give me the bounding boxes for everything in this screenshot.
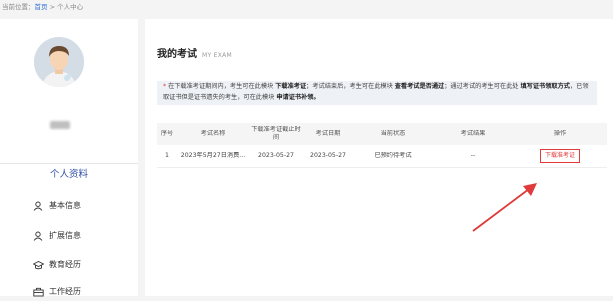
table-header: 序号 考试名称 下载准考证截止时间 考试日期 当前状态 考试结果 操作 (157, 123, 607, 145)
breadcrumb-separator: > (47, 3, 58, 11)
notice-bold-4: 申请证书补领。 (276, 93, 320, 101)
sidebar-item-label: 扩展信息 (49, 231, 81, 240)
header-index: 序号 (160, 130, 174, 137)
avatar[interactable] (34, 37, 84, 87)
download-admission-ticket-button[interactable]: 下载准考证 (539, 149, 580, 163)
exam-table: 序号 考试名称 下载准考证截止时间 考试日期 当前状态 考试结果 操作 1 20… (157, 123, 607, 168)
notice-text-2: ；考试结束后，考生可在此模块 (306, 83, 395, 90)
person-icon (32, 200, 44, 212)
header-action: 操作 (553, 130, 567, 137)
page-title: 我的考试 MY EXAM (157, 45, 232, 60)
main-panel: 我的考试 MY EXAM * 在下载准考证期间内，考生可在此模块 下载准考证；考试… (145, 19, 613, 296)
sidebar-item-education[interactable]: 教育经历 (32, 256, 132, 274)
username-blurred (50, 121, 70, 129)
sidebar-item-label: 工作经历 (49, 287, 81, 296)
cell-exam-date: 2023-05-27 (310, 152, 346, 159)
cell-status: 已预约待考试 (374, 152, 412, 159)
header-exam-name: 考试名称 (200, 130, 226, 137)
cell-deadline: 2023-05-27 (258, 152, 294, 159)
notice-bold-3: 填写证书领取方式 (520, 83, 570, 90)
sidebar-item-label: 教育经历 (49, 260, 81, 269)
cell-exam-name: 2023年5月27日消费... (180, 152, 246, 159)
sidebar-item-work-experience[interactable]: 工作经历 (32, 283, 132, 301)
cell-action: 下载准考证 (513, 149, 607, 163)
sidebar-item-basic-info[interactable]: 基本信息 (32, 197, 132, 215)
notice-text-3: ；通过考试的考生可在此处 (444, 83, 521, 90)
breadcrumb-home-link[interactable]: 首页 (35, 3, 48, 11)
sidebar-item-extended-info[interactable]: 扩展信息 (32, 227, 132, 245)
table-row: 1 2023年5月27日消费... 2023-05-27 2023-05-27 … (157, 145, 607, 168)
notice-box: * 在下载准考证期间内，考生可在此模块 下载准考证；考试结束后，考生可在此模块 … (157, 81, 597, 105)
header-deadline: 下载准考证截止时间 (251, 126, 301, 141)
page-title-text: 我的考试 (157, 49, 197, 60)
notice-star: * (163, 83, 167, 90)
breadcrumb: 当前位置：首页 > 个人中心 (0, 0, 613, 14)
header-result: 考试结果 (460, 130, 486, 137)
person-icon (32, 230, 44, 242)
cell-index: 1 (165, 152, 169, 159)
breadcrumb-current: 个人中心 (57, 3, 84, 11)
sidebar-item-label: 基本信息 (49, 201, 81, 210)
header-status: 当前状态 (380, 130, 406, 137)
header-exam-date: 考试日期 (315, 130, 341, 137)
cell-result: -- (470, 152, 476, 159)
graduation-cap-icon (32, 259, 44, 271)
page-title-sub: MY EXAM (202, 52, 233, 59)
sidebar-section-title[interactable]: 个人资料 (0, 163, 138, 186)
sidebar: 个人资料 基本信息 扩展信息 教育经历 工作经历 (0, 19, 138, 297)
notice-bold-2: 查看考试是否通过 (394, 83, 445, 90)
briefcase-icon (32, 286, 44, 298)
user-avatar-icon (34, 37, 84, 87)
notice-text-1: 在下载准考证期间内，考生可在此模块 (168, 83, 276, 90)
breadcrumb-prefix: 当前位置： (2, 3, 35, 11)
notice-bold-1: 下载准考证 (275, 83, 307, 90)
